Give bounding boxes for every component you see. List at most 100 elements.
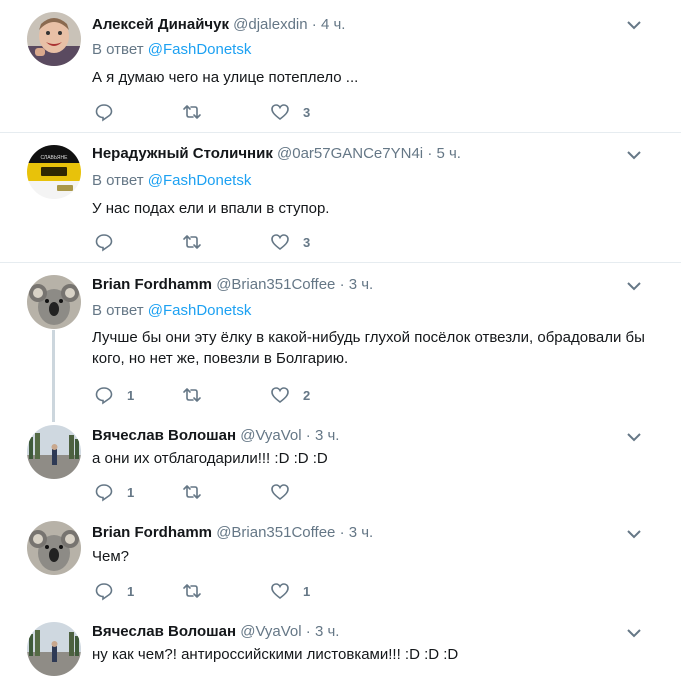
separator-dot: · xyxy=(427,145,433,162)
user-handle[interactable]: @Brian351Coffee xyxy=(216,276,335,293)
user-handle[interactable]: @VyaVol xyxy=(240,623,301,640)
separator-dot: · xyxy=(305,427,311,444)
tweet-header: Алексей Динайчук @djalexdin · 4 ч. xyxy=(92,16,345,33)
tweet-6[interactable]: Вячеслав Волошан @VyaVol · 3 ч. ну как ч… xyxy=(0,610,681,677)
reply-to-link[interactable]: @FashDonetsk xyxy=(148,172,252,189)
display-name[interactable]: Алексей Динайчук xyxy=(92,16,229,33)
separator-dot: · xyxy=(339,276,345,293)
tweet-text: У нас подах ели и впали в ступор. xyxy=(92,200,330,217)
reply-count: 1 xyxy=(127,484,135,500)
tweet-header: Brian Fordhamm @Brian351Coffee · 3 ч. xyxy=(92,276,373,293)
user-handle[interactable]: @Brian351Coffee xyxy=(216,524,335,541)
tweet-header: Вячеслав Волошан @VyaVol · 3 ч. xyxy=(92,427,339,444)
like-button[interactable]: 3 xyxy=(270,102,310,122)
tweet-text: Чем? xyxy=(92,548,129,565)
tweet-text: а они их отблагодарили!!! :D :D :D xyxy=(92,450,328,467)
display-name[interactable]: Вячеслав Волошан xyxy=(92,623,236,640)
tweet-5[interactable]: Brian Fordhamm @Brian351Coffee · 3 ч. Че… xyxy=(0,509,681,610)
timestamp[interactable]: 4 ч. xyxy=(321,16,346,33)
reply-count: 1 xyxy=(127,583,135,599)
tweet-3[interactable]: Brian Fordhamm @Brian351Coffee · 3 ч. В … xyxy=(0,263,681,413)
like-button[interactable] xyxy=(270,482,303,502)
like-count: 2 xyxy=(303,387,311,403)
heart-icon xyxy=(271,104,289,121)
tweet-2[interactable]: СЛАВЬЯНЕ Нерадужный Столичник @0ar57GANC… xyxy=(0,133,681,262)
avatar[interactable]: СЛАВЬЯНЕ xyxy=(27,145,81,199)
avatar[interactable] xyxy=(27,622,81,676)
chevron-down-icon[interactable] xyxy=(626,149,642,161)
tweet-1[interactable]: Алексей Динайчук @djalexdin · 4 ч. В отв… xyxy=(0,0,681,132)
chevron-down-icon[interactable] xyxy=(626,280,642,292)
timestamp[interactable]: 3 ч. xyxy=(349,524,374,541)
reply-button[interactable] xyxy=(94,102,127,122)
heart-icon xyxy=(271,484,289,501)
separator-dot: · xyxy=(311,16,317,33)
chevron-down-icon[interactable] xyxy=(626,528,642,540)
user-handle[interactable]: @djalexdin xyxy=(233,16,307,33)
retweet-button[interactable] xyxy=(182,102,215,122)
reply-button[interactable] xyxy=(94,232,127,252)
avatar[interactable] xyxy=(27,425,81,479)
display-name[interactable]: Нерадужный Столичник xyxy=(92,145,273,162)
like-button[interactable]: 3 xyxy=(270,232,310,252)
tweet-header: Вячеслав Волошан @VyaVol · 3 ч. xyxy=(92,623,339,640)
display-name[interactable]: Вячеслав Волошан xyxy=(92,427,236,444)
reply-context: В ответ @FashDonetsk xyxy=(92,302,251,319)
retweet-icon xyxy=(183,388,201,402)
reply-context: В ответ @FashDonetsk xyxy=(92,41,251,58)
avatar[interactable] xyxy=(27,275,81,329)
timestamp[interactable]: 3 ч. xyxy=(315,427,340,444)
reply-to-link[interactable]: @FashDonetsk xyxy=(148,302,252,319)
separator-dot: · xyxy=(305,623,311,640)
timestamp[interactable]: 5 ч. xyxy=(436,145,461,162)
like-count: 1 xyxy=(303,583,311,599)
reply-icon xyxy=(95,484,113,502)
reply-to-link[interactable]: @FashDonetsk xyxy=(148,41,252,58)
tweet-header: Нерадужный Столичник @0ar57GANCe7YN4i · … xyxy=(92,145,461,162)
timestamp[interactable]: 3 ч. xyxy=(315,623,340,640)
heart-icon xyxy=(271,387,289,404)
avatar[interactable] xyxy=(27,12,81,66)
chevron-down-icon[interactable] xyxy=(626,627,642,639)
heart-icon xyxy=(271,583,289,600)
tweet-text: А я думаю чего на улице потеплело ... xyxy=(92,69,359,86)
like-button[interactable]: 2 xyxy=(270,385,310,405)
reply-prefix: В ответ xyxy=(92,41,144,58)
reply-prefix: В ответ xyxy=(92,302,144,319)
chevron-down-icon[interactable] xyxy=(626,431,642,443)
reply-icon xyxy=(95,234,113,252)
separator-dot: · xyxy=(339,524,345,541)
reply-icon xyxy=(95,583,113,601)
like-button[interactable]: 1 xyxy=(270,581,310,601)
display-name[interactable]: Brian Fordhamm xyxy=(92,524,212,541)
tweet-4[interactable]: Вячеслав Волошан @VyaVol · 3 ч. а они их… xyxy=(0,413,681,509)
retweet-button[interactable] xyxy=(182,581,215,601)
retweet-icon xyxy=(183,235,201,249)
reply-icon xyxy=(95,104,113,122)
tweet-text: Лучше бы они эту ёлку в какой-нибудь глу… xyxy=(92,329,645,367)
reply-button[interactable]: 1 xyxy=(94,482,134,502)
user-handle[interactable]: @VyaVol xyxy=(240,427,301,444)
like-count: 3 xyxy=(303,234,311,250)
heart-icon xyxy=(271,234,289,251)
timestamp[interactable]: 3 ч. xyxy=(349,276,374,293)
reply-context: В ответ @FashDonetsk xyxy=(92,172,251,189)
retweet-button[interactable] xyxy=(182,385,215,405)
reply-button[interactable]: 1 xyxy=(94,385,134,405)
retweet-icon xyxy=(183,105,201,119)
display-name[interactable]: Brian Fordhamm xyxy=(92,276,212,293)
tweet-header: Brian Fordhamm @Brian351Coffee · 3 ч. xyxy=(92,524,373,541)
reply-prefix: В ответ xyxy=(92,172,144,189)
chevron-down-icon[interactable] xyxy=(626,19,642,31)
retweet-button[interactable] xyxy=(182,232,215,252)
user-handle[interactable]: @0ar57GANCe7YN4i xyxy=(277,145,423,162)
like-count: 3 xyxy=(303,104,311,120)
reply-button[interactable]: 1 xyxy=(94,581,134,601)
reply-count: 1 xyxy=(127,387,135,403)
retweet-icon xyxy=(183,584,201,598)
avatar[interactable] xyxy=(27,521,81,575)
retweet-icon xyxy=(183,485,201,499)
avatar-banner-text: СЛАВЬЯНЕ xyxy=(40,155,68,161)
tweet-text: ну как чем?! антироссийскими листовками!… xyxy=(92,646,459,663)
retweet-button[interactable] xyxy=(182,482,215,502)
